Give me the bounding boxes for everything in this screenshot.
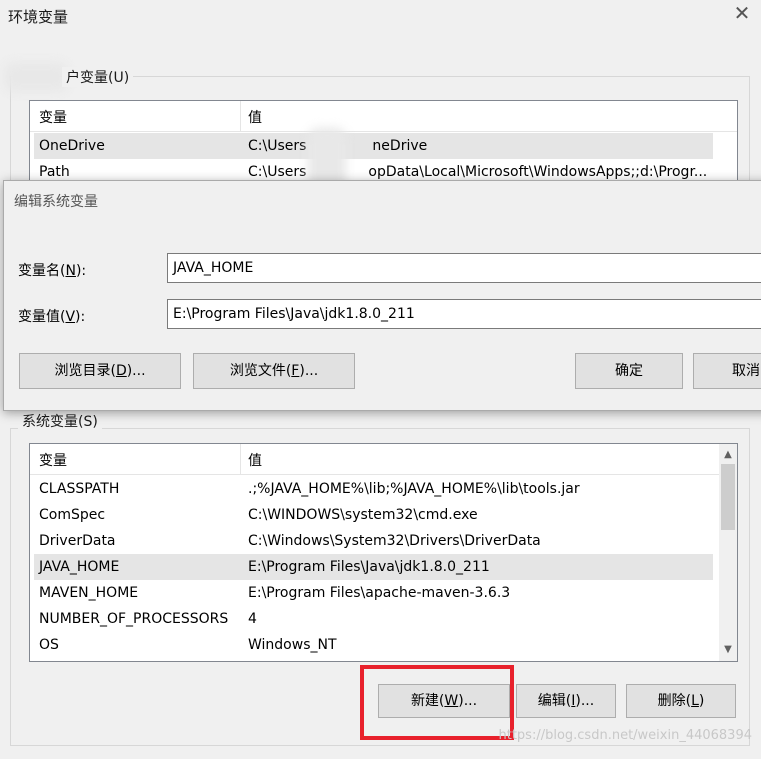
window-title: 环境变量 bbox=[8, 8, 69, 26]
row-value: E:\Program Files\apache-maven-3.6.3 bbox=[248, 585, 511, 601]
delete-button[interactable]: 删除(L) bbox=[626, 684, 736, 718]
row-name: CLASSPATH bbox=[39, 481, 120, 497]
list-header: 变量 值 bbox=[30, 101, 737, 132]
column-header-name[interactable]: 变量 bbox=[39, 107, 67, 127]
list-item-maven-home[interactable]: MAVEN_HOME E:\Program Files\apache-maven… bbox=[34, 580, 713, 606]
vertical-scrollbar[interactable]: ▲ ▼ bbox=[719, 444, 737, 661]
redacted-username-blur bbox=[4, 62, 68, 92]
list-header: 变量 值 bbox=[30, 444, 737, 475]
row-value: C:\Windows\System32\Drivers\DriverData bbox=[248, 533, 541, 549]
ok-button[interactable]: 确定 bbox=[575, 353, 683, 389]
scroll-down-arrow-icon[interactable]: ▼ bbox=[719, 641, 737, 659]
edit-button[interactable]: 编辑(I)... bbox=[516, 684, 616, 718]
row-name: ComSpec bbox=[39, 507, 106, 523]
list-item-number-of-processors[interactable]: NUMBER_OF_PROCESSORS 4 bbox=[34, 606, 713, 632]
browse-file-button[interactable]: 浏览文件(F)... bbox=[193, 353, 355, 389]
row-name: OS bbox=[39, 637, 59, 653]
user-variables-list[interactable]: 变量 值 OneDrive C:\Users neDrive Path C:\Us… bbox=[29, 100, 738, 186]
highlight-box bbox=[360, 665, 514, 740]
row-name: OneDrive bbox=[39, 138, 105, 154]
list-item-os[interactable]: OS Windows_NT bbox=[34, 632, 713, 658]
scroll-up-arrow-icon[interactable]: ▲ bbox=[719, 446, 737, 464]
list-item-classpath[interactable]: CLASSPATH .;%JAVA_HOME%\lib;%JAVA_HOME%\… bbox=[34, 476, 713, 502]
user-variables-group-title: 户变量(U) bbox=[62, 67, 134, 87]
dialog-title: 编辑系统变量 bbox=[14, 194, 98, 210]
row-name: NUMBER_OF_PROCESSORS bbox=[39, 611, 229, 627]
cancel-button[interactable]: 取消 bbox=[693, 353, 761, 389]
row-name: JAVA_HOME bbox=[39, 559, 120, 575]
watermark: https://blog.csdn.net/weixin_44068394 bbox=[498, 728, 752, 743]
close-icon[interactable]: ✕ bbox=[731, 2, 753, 24]
column-divider[interactable] bbox=[240, 101, 241, 131]
scrollbar-thumb[interactable] bbox=[721, 464, 735, 530]
dialog-body: 变量名(N): JAVA_HOME 变量值(V): E:\Program Fil… bbox=[4, 219, 761, 410]
variable-value-input[interactable]: E:\Program Files\Java\jdk1.8.0_211 bbox=[167, 299, 761, 329]
column-header-value[interactable]: 值 bbox=[248, 450, 262, 470]
row-value: E:\Program Files\Java\jdk1.8.0_211 bbox=[248, 559, 490, 575]
column-divider[interactable] bbox=[240, 444, 241, 474]
row-value: 4 bbox=[248, 611, 257, 627]
system-variables-list[interactable]: 变量 值 CLASSPATH .;%JAVA_HOME%\lib;%JAVA_H… bbox=[29, 443, 738, 662]
column-header-value[interactable]: 值 bbox=[248, 107, 262, 127]
row-value: .;%JAVA_HOME%\lib;%JAVA_HOME%\lib\tools.… bbox=[248, 481, 580, 497]
row-name: MAVEN_HOME bbox=[39, 585, 139, 601]
list-item-onedrive[interactable]: OneDrive C:\Users neDrive bbox=[34, 133, 713, 159]
variable-value-label: 变量值(V): bbox=[18, 309, 86, 325]
row-value: C:\WINDOWS\system32\cmd.exe bbox=[248, 507, 478, 523]
row-name: DriverData bbox=[39, 533, 116, 549]
list-item-comspec[interactable]: ComSpec C:\WINDOWS\system32\cmd.exe bbox=[34, 502, 713, 528]
column-header-name[interactable]: 变量 bbox=[39, 450, 67, 470]
edit-system-variable-dialog: 编辑系统变量 变量名(N): JAVA_HOME 变量值(V): E:\Prog… bbox=[3, 180, 761, 411]
list-item-java-home[interactable]: JAVA_HOME E:\Program Files\Java\jdk1.8.0… bbox=[34, 554, 713, 580]
list-item-driverdata[interactable]: DriverData C:\Windows\System32\Drivers\D… bbox=[34, 528, 713, 554]
system-variables-group-title: 系统变量(S) bbox=[18, 411, 102, 431]
variable-name-input[interactable]: JAVA_HOME bbox=[167, 253, 761, 283]
row-value: Windows_NT bbox=[248, 637, 337, 653]
variable-name-label: 变量名(N): bbox=[18, 263, 87, 279]
browse-directory-button[interactable]: 浏览目录(D)... bbox=[19, 353, 181, 389]
